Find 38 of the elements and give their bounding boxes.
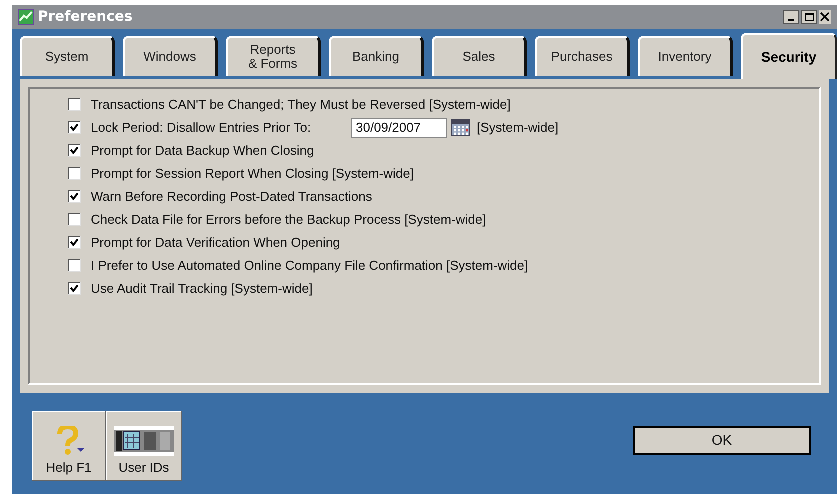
tab[interactable]: Sales [432,36,527,76]
date-field[interactable]: 30/09/2007 [351,118,447,138]
checkbox[interactable] [68,98,81,111]
window-title: Preferences [38,8,133,26]
minimize-button[interactable] [783,10,799,24]
checkbox[interactable] [68,259,81,272]
option-label: I Prefer to Use Automated Online Company File Confirmation [System-wide] [91,256,528,275]
scope-label: [System-wide] [477,118,559,137]
user-ids-button[interactable]: User IDs [106,411,182,481]
calendar-icon[interactable] [451,118,471,136]
checkbox[interactable] [68,190,81,203]
tab[interactable]: Inventory [638,36,733,76]
option-label: Prompt for Data Verification When Opening [91,234,340,252]
checkbox[interactable] [68,144,81,157]
option-label: Lock Period: Disallow Entries Prior To: [91,118,312,137]
option-label: Prompt for Session Report When Closing [System-wide] [91,164,414,183]
tab[interactable]: Purchases [535,36,630,76]
tab[interactable]: System [20,36,115,76]
film-strip-icon [112,426,176,456]
app-icon [18,9,34,25]
checkbox[interactable] [68,121,81,134]
tab[interactable]: Banking [329,36,424,76]
option-label: Prompt for Data Backup When Closing [91,142,314,160]
maximize-button[interactable] [801,10,817,24]
checkbox[interactable] [68,236,81,249]
checkbox[interactable] [68,167,81,180]
checkbox[interactable] [68,213,81,226]
checkbox[interactable] [68,282,81,295]
option-label: Use Audit Trail Tracking [System-wide] [91,280,313,298]
tab[interactable]: Security [741,33,837,79]
tab[interactable]: Windows [123,36,218,76]
ok-button[interactable]: OK [633,426,811,454]
option-label: Warn Before Recording Post-Dated Transactions [91,188,372,206]
close-button[interactable] [819,10,831,24]
option-label: Check Data File for Errors before the Backup Process [System-wide] [91,210,486,229]
help-button[interactable]: Help F1 [32,411,106,481]
option-label: Transactions CAN'T be Changed; They Must be Reversed [System-wide] [91,96,511,114]
tab[interactable]: Reports & Forms [226,36,321,76]
